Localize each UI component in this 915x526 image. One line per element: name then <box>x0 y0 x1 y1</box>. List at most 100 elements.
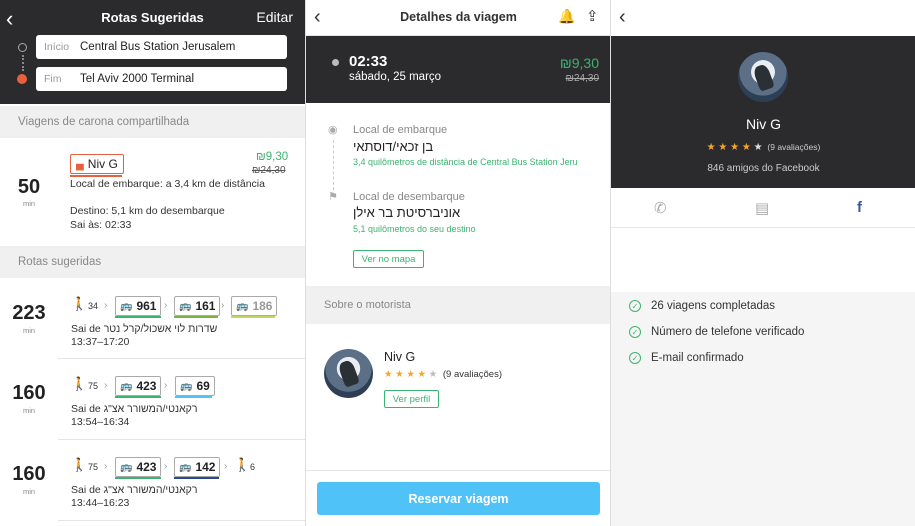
origin-label: Início <box>44 41 70 53</box>
bus-icon: 🚌 <box>236 300 249 312</box>
suggested-routes-screen: ‹ Rotas Sugeridas Editar Início Central … <box>0 0 305 526</box>
destination-label: Fim <box>44 73 62 85</box>
walk-icon: 🚶 <box>71 376 88 391</box>
route-connector <box>21 55 24 71</box>
view-map-button[interactable]: Ver no mapa <box>353 250 424 268</box>
verification-item: ✓ 26 viagens completadas <box>629 300 775 312</box>
star-icon: ★ <box>753 142 763 153</box>
line-color <box>175 396 212 398</box>
carpool-minutes: 50 <box>17 176 41 198</box>
pin-icon: ◉ <box>328 124 338 136</box>
walk-icon: 🚶 <box>234 457 251 472</box>
bus-line-badge: 🚌 423 <box>115 457 162 477</box>
route-item[interactable]: 223 min 🚶 34 › 🚌 961 › 🚌 161 › 🚌 186 Sai de… <box>0 280 305 358</box>
star-icon: ★ <box>417 369 427 380</box>
bus-line-badge: 🚌 69 <box>175 376 215 396</box>
pickup-distance-link[interactable]: 3,4 quilômetros de distância de Central … <box>353 157 578 167</box>
star-icon: ★ <box>718 142 728 153</box>
origin-field[interactable]: Início Central Bus Station Jerusalem <box>36 35 287 59</box>
trip-price: ₪9,30 <box>559 55 599 71</box>
pickup-label: Local de embarque <box>353 124 448 136</box>
bus-icon: 🚌 <box>120 461 133 473</box>
bus-line-badge: 🚌 961 <box>115 296 162 316</box>
star-icon: ★ <box>730 142 740 153</box>
driver-profile-screen: ‹ Niv G ★ ★ ★ ★ ★ (9 avaliações) 846 ami… <box>610 0 915 526</box>
bus-line-badge: 🚌 161 <box>174 296 221 316</box>
driver-avatar[interactable] <box>324 349 373 398</box>
verification-item: ✓ Número de telefone verificado <box>629 326 804 338</box>
bus-icon: 🚌 <box>120 380 133 392</box>
divider <box>58 520 305 521</box>
departure-time: Sai às: 02:33 <box>70 219 132 231</box>
destination-distance: Destino: 5,1 km do desembarque <box>70 205 225 217</box>
dropoff-label: Local de desembarque <box>353 191 465 203</box>
bell-icon[interactable]: 🔔 <box>558 8 575 25</box>
contact-bar: ✆ ▤ f <box>611 188 915 228</box>
verification-item: ✓ E-mail confirmado <box>629 352 744 364</box>
carpool-old-price: ₪24,30 <box>252 165 286 176</box>
divider <box>58 358 305 359</box>
pickup-distance: Local de embarque: a 3,4 km de distância <box>70 178 265 190</box>
carpool-price: ₪9,30 <box>256 151 289 163</box>
profile-summary: Niv G ★ ★ ★ ★ ★ (9 avaliações) 846 amigo… <box>611 36 915 188</box>
trip-details-header: ‹ Detalhes da viagem 🔔 ⇪ <box>306 0 610 36</box>
driver-rating: ★ ★ ★ ★ ★ (9 avaliações) <box>384 369 502 380</box>
star-icon: ★ <box>395 369 404 380</box>
chevron-right-icon: › <box>104 380 108 391</box>
reviews-count: (9 avaliações) <box>767 142 821 152</box>
share-icon[interactable]: ⇪ <box>586 7 599 25</box>
chevron-right-icon: › <box>224 461 228 472</box>
bus-icon: 🚌 <box>179 461 192 473</box>
check-icon: ✓ <box>629 352 641 364</box>
route-item[interactable]: 160 min 🚶 75 › 🚌 423 › 🚌 142 › 🚶 6 Sai de … <box>0 441 305 521</box>
profile-header: ‹ <box>611 0 915 36</box>
star-icon: ★ <box>741 142 751 153</box>
route-connector <box>333 140 334 190</box>
pickup-location: בן זכאי/דוסתאי <box>353 139 434 154</box>
trip-time: 02:33 <box>349 53 388 70</box>
destination-field[interactable]: Fim Tel Aviv 2000 Terminal <box>36 67 287 91</box>
chevron-right-icon: › <box>221 300 225 311</box>
check-icon: ✓ <box>629 300 641 312</box>
car-icon: ▄ <box>76 158 84 170</box>
routes-section-header: Rotas sugeridas <box>0 246 305 278</box>
about-driver-header: Sobre o motorista <box>306 286 610 324</box>
message-icon[interactable]: ▤ <box>755 199 769 217</box>
carpool-min-label: min <box>22 199 36 208</box>
route-minutes: 160 <box>12 463 46 485</box>
phone-icon[interactable]: ✆ <box>654 199 667 217</box>
walk-minutes: 75 <box>88 462 99 472</box>
route-times: 13:44–16:23 <box>71 497 130 509</box>
carpool-underline <box>70 175 122 177</box>
walk-minutes: 34 <box>88 301 99 311</box>
facebook-icon[interactable]: f <box>857 199 862 216</box>
line-color <box>174 477 219 479</box>
destination-value: Tel Aviv 2000 Terminal <box>80 73 195 85</box>
chevron-right-icon: › <box>164 461 168 472</box>
route-item[interactable]: 160 min 🚶 75 › 🚌 423 › 🚌 69 Sai de רקאנטי/… <box>0 360 305 438</box>
back-icon[interactable]: ‹ <box>619 6 626 29</box>
route-min-label: min <box>22 406 36 415</box>
line-color <box>115 396 161 398</box>
destination-dot-icon <box>17 74 27 84</box>
star-icon: ★ <box>428 369 438 380</box>
route-departure-stop: Sai de שדרות לוי אשכול/קרל נטר <box>71 323 218 335</box>
dropoff-distance-link[interactable]: 5,1 quilômetros do seu destino <box>353 224 476 234</box>
view-profile-button[interactable]: Ver perfil <box>384 390 439 408</box>
flag-icon: ⚑ <box>328 191 338 203</box>
star-icon: ★ <box>406 369 415 380</box>
line-color <box>174 316 218 318</box>
walk-icon: 🚶 <box>71 296 88 311</box>
facebook-friends: 846 amigos do Facebook <box>707 163 820 174</box>
reserve-trip-button[interactable]: Reservar viagem <box>317 482 600 515</box>
line-color <box>115 316 161 318</box>
routes-header: ‹ Rotas Sugeridas Editar Início Central … <box>0 0 305 104</box>
driver-rating: ★ ★ ★ ★ ★ (9 avaliações) <box>611 142 915 153</box>
edit-button[interactable]: Editar <box>256 9 293 25</box>
route-minutes: 223 <box>12 302 46 324</box>
line-color <box>231 316 275 318</box>
driver-name: Niv G <box>87 157 118 171</box>
trip-old-price: ₪24,30 <box>565 73 599 84</box>
dropoff-location: אוניברסיטת בר אילן <box>353 205 461 220</box>
star-icon: ★ <box>384 369 393 380</box>
